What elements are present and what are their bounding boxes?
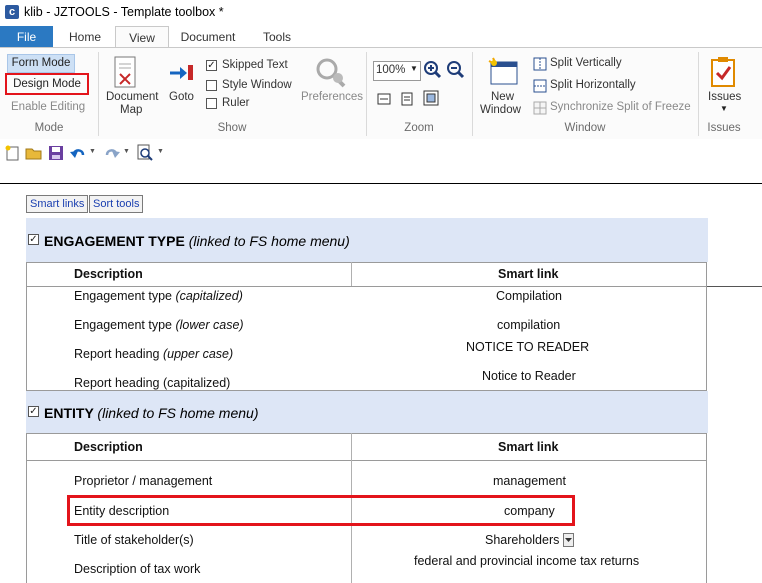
table-row-description: Engagement type (lower case) xyxy=(74,318,244,332)
engagement-title: ENGAGEMENT TYPE (linked to FS home menu) xyxy=(44,233,350,249)
form-mode-button[interactable]: Form Mode xyxy=(7,54,75,73)
undo-icon[interactable] xyxy=(70,146,86,163)
new-document-icon[interactable] xyxy=(5,145,19,164)
column-header-description: Description xyxy=(74,440,143,454)
sort-tools-button[interactable]: Sort tools xyxy=(89,195,144,213)
engagement-checkbox[interactable]: ✓ xyxy=(28,234,39,245)
document-map-label-1[interactable]: Document xyxy=(106,91,158,103)
new-window-label-2[interactable]: Window xyxy=(480,104,521,116)
tab-document[interactable]: Document xyxy=(172,26,244,48)
skipped-text-checkbox[interactable]: ✓ xyxy=(206,60,217,71)
window-title: klib - JZTOOLS - Template toolbox * xyxy=(24,5,224,19)
save-icon[interactable] xyxy=(48,145,64,164)
new-window-icon xyxy=(487,56,519,89)
ribbon: Form Mode Design Mode Enable Editing Mod… xyxy=(0,47,762,140)
table-header-divider xyxy=(26,460,707,461)
group-label-zoom: Zoom xyxy=(404,122,434,134)
dropdown-arrow-icon[interactable] xyxy=(563,533,574,547)
redo-icon[interactable] xyxy=(104,146,120,163)
issues-icon xyxy=(710,56,738,91)
redo-dropdown-icon[interactable]: ▼ xyxy=(123,148,130,155)
table-row-description: Description of tax work xyxy=(74,562,201,576)
column-divider xyxy=(351,262,352,286)
fit-width-icon[interactable] xyxy=(377,92,391,109)
tab-view[interactable]: View xyxy=(115,26,169,49)
smart-link-value[interactable]: Notice to Reader xyxy=(482,369,576,383)
table-row-description: Title of stakeholder(s) xyxy=(74,533,194,547)
style-window-label: Style Window xyxy=(222,79,292,91)
skipped-text-label: Skipped Text xyxy=(222,59,288,71)
undo-dropdown-icon[interactable]: ▼ xyxy=(89,148,96,155)
table-row-description: Entity description xyxy=(74,504,170,518)
smart-link-value[interactable]: NOTICE TO READER xyxy=(466,340,589,354)
entity-title: ENTITY (linked to FS home menu) xyxy=(44,405,259,421)
ruler-label: Ruler xyxy=(222,97,250,109)
customize-toolbar-icon[interactable]: ▼ xyxy=(157,148,164,155)
smart-link-value[interactable]: management xyxy=(493,474,566,488)
print-preview-icon[interactable] xyxy=(137,144,153,164)
smart-links-button[interactable]: Smart links xyxy=(26,195,89,213)
entity-title-text: ENTITY xyxy=(44,405,94,421)
issues-button[interactable]: Issues xyxy=(708,91,741,103)
smart-link-value[interactable]: company xyxy=(504,504,555,518)
document-map-icon xyxy=(112,56,138,93)
column-header-smart-link: Smart link xyxy=(498,440,559,454)
preferences-button[interactable]: Preferences xyxy=(301,91,363,103)
quick-access-toolbar: ▼ ▼ ▼ xyxy=(0,139,762,167)
group-label-mode: Mode xyxy=(34,122,64,134)
tab-tools[interactable]: Tools xyxy=(252,26,302,48)
split-horizontally-button[interactable]: Split Horizontally xyxy=(550,79,636,91)
caret-down-icon[interactable]: ▼ xyxy=(720,104,728,113)
smart-link-value[interactable]: Compilation xyxy=(496,289,562,303)
split-vertically-button[interactable]: Split Vertically xyxy=(550,57,622,69)
new-window-label-1[interactable]: New xyxy=(491,91,514,103)
document-map-label-2[interactable]: Map xyxy=(120,104,142,116)
tab-file[interactable]: File xyxy=(0,26,53,48)
zoom-page-icon[interactable] xyxy=(423,90,439,109)
document-top-border xyxy=(0,183,762,184)
synchronize-icon xyxy=(533,101,547,118)
table-row-description: Report heading (upper case) xyxy=(74,347,234,361)
engagement-title-text: ENGAGEMENT TYPE xyxy=(44,233,185,249)
design-mode-label: Design Mode xyxy=(13,78,81,90)
group-label-issues: Issues xyxy=(707,122,741,134)
fit-page-icon[interactable] xyxy=(400,92,414,109)
split-horizontal-icon xyxy=(533,79,547,96)
title-bar: c klib - JZTOOLS - Template toolbox * xyxy=(0,0,762,26)
goto-icon xyxy=(168,62,196,87)
ruler-line xyxy=(707,286,762,287)
group-label-show: Show xyxy=(217,122,247,134)
entity-subtitle: (linked to FS home menu) xyxy=(97,405,259,421)
table-header-divider xyxy=(26,286,707,287)
group-label-window: Window xyxy=(564,122,606,134)
engagement-subtitle: (linked to FS home menu) xyxy=(188,233,350,249)
chevron-down-icon: ▼ xyxy=(410,64,418,73)
zoom-out-icon[interactable] xyxy=(447,61,465,82)
table-row-description: Engagement type (capitalized) xyxy=(74,289,243,303)
zoom-value: 100% xyxy=(376,64,406,76)
table-row-description: Report heading (capitalized) xyxy=(74,376,231,390)
column-header-description: Description xyxy=(74,267,143,281)
style-window-checkbox[interactable] xyxy=(206,80,217,91)
preferences-icon xyxy=(314,56,348,93)
ribbon-tabs: File Home View Document Tools xyxy=(0,26,762,49)
table-row-description: Proprietor / management xyxy=(74,474,213,488)
goto-button[interactable]: Goto xyxy=(169,91,194,103)
enable-editing-button[interactable]: Enable Editing xyxy=(11,101,85,113)
app-icon: c xyxy=(5,5,19,19)
open-folder-icon[interactable] xyxy=(25,146,43,163)
zoom-select[interactable]: 100% ▼ xyxy=(373,61,421,81)
ruler-checkbox[interactable] xyxy=(206,98,217,109)
split-vertical-icon xyxy=(533,57,547,74)
column-header-smart-link: Smart link xyxy=(498,267,559,281)
zoom-in-icon[interactable] xyxy=(424,61,442,82)
design-mode-button[interactable]: Design Mode xyxy=(5,73,89,95)
synchronize-button[interactable]: Synchronize Split of Freeze xyxy=(550,101,691,113)
tab-home[interactable]: Home xyxy=(60,26,110,48)
stakeholder-select[interactable]: Shareholders xyxy=(485,533,559,547)
smart-link-value[interactable]: compilation xyxy=(497,318,560,332)
smart-link-value[interactable]: federal and provincial income tax return… xyxy=(414,554,639,568)
entity-checkbox[interactable]: ✓ xyxy=(28,406,39,417)
form-mode-label: Form Mode xyxy=(11,57,71,69)
